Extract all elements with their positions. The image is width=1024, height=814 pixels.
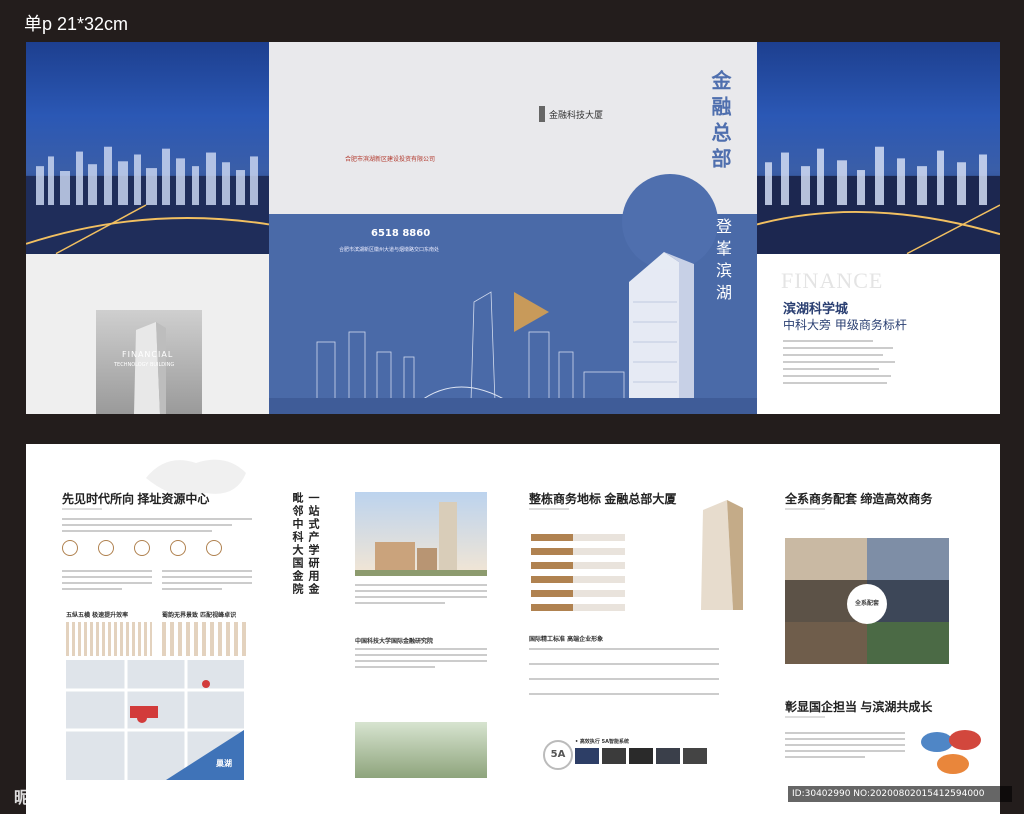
night-city-photo-right <box>757 42 1000 254</box>
brand-watermark: 昵享网 www.nipic.cn <box>14 788 188 807</box>
title-underline-5 <box>785 716 825 718</box>
spec-bar-label <box>531 548 573 555</box>
building-english-text: TECHNOLOGY BUILDING <box>114 362 175 368</box>
flap-body-text <box>783 340 903 384</box>
night-city-photo-left <box>26 42 269 254</box>
vertical-headline-b: 毗邻中科大国金院 <box>291 492 304 596</box>
city-skyline-icon <box>26 147 269 254</box>
subhead-scenery: 蜀韵无界景致 匹配视峰卓识 <box>162 612 237 619</box>
feature-icon <box>134 540 150 556</box>
feature-icons-row <box>62 540 222 556</box>
right-flap: FINANCE 滨湖科学城 中科大旁 甲级商务标杆 <box>757 42 1000 414</box>
col-text-left <box>62 570 152 590</box>
feature-icon <box>62 540 78 556</box>
academy-body-text-2 <box>355 648 487 668</box>
academy-photo <box>355 492 487 576</box>
outer-spread: FINANCIAL TECHNOLOGY BUILDING 金融科技大厦 合肥市… <box>26 42 1000 414</box>
campus-photo <box>355 722 487 778</box>
spec-bar-track <box>573 534 625 541</box>
section-4-title: 全系商务配套 缔造高效商务 <box>785 492 933 506</box>
section-5-title: 彰显国企担当 与滨湖共成长 <box>785 700 933 714</box>
flap-headline-2: 中科大旁 甲级商务标杆 <box>783 318 907 332</box>
finance-watermark: FINANCE <box>781 268 884 293</box>
spec-bar-track <box>573 576 625 583</box>
cover-panel: 金融科技大厦 合肥市滨湖新区建设投资有限公司 6518 8860 合肥市滨湖新区… <box>269 42 757 414</box>
phone-number: 6518 8860 <box>371 228 431 239</box>
section-5-body <box>785 732 905 758</box>
5a-badge: 5A <box>543 740 573 770</box>
cover-logo: 金融科技大厦 <box>539 106 603 122</box>
spec-list <box>529 648 729 695</box>
spec-bar-track <box>573 548 625 555</box>
academy-buildings-icon <box>355 502 487 576</box>
traffic-graphic <box>66 622 152 656</box>
section-1-title: 先见时代所向 择址资源中心 <box>62 492 210 506</box>
image-id-watermark: ID:30402990 NO:20200802015412594000 <box>788 786 1012 802</box>
section-amenities: 全系商务配套 缔造高效商务 全系配套 彰显国企担当 与滨湖共成长 <box>757 444 1000 814</box>
tower-render-icon <box>701 500 743 610</box>
vertical-headline-a: 一站式产学研用金 <box>307 492 320 596</box>
building-photo: FINANCIAL TECHNOLOGY BUILDING <box>96 310 202 414</box>
spec-bar-track <box>573 590 625 597</box>
spec-bar-label <box>531 562 573 569</box>
financial-text: FINANCIAL <box>122 350 174 359</box>
spec-bar-track <box>573 562 625 569</box>
size-label: 单p 21*32cm <box>24 14 129 34</box>
pie-badges-icon <box>921 730 981 774</box>
amenity-center-label: 全系配套 <box>847 584 887 624</box>
back-panel: FINANCIAL TECHNOLOGY BUILDING <box>26 254 269 414</box>
address-text: 合肥市滨湖新区徽州大道与烟墩路交口东南处 <box>339 247 440 253</box>
title-underline-4 <box>785 508 825 510</box>
scenery-graphic <box>162 622 248 656</box>
spec-bar-label <box>531 604 573 611</box>
map-lake-label: 巢湖 <box>216 759 232 768</box>
col-text-right <box>162 570 252 590</box>
flap-headline-1: 滨湖科学城 <box>783 302 849 317</box>
developer-name: 合肥市滨湖新区建设投资有限公司 <box>345 156 436 163</box>
logo-mark-icon <box>539 106 545 122</box>
spec-bar-label <box>531 576 573 583</box>
academy-subhead: 中国科技大学国际金融研究院 <box>355 638 434 645</box>
location-map: 巢湖 <box>66 660 244 780</box>
spec-bar-label <box>531 590 573 597</box>
logo-text: 金融科技大厦 <box>549 110 604 121</box>
spec-bar-label <box>531 534 573 541</box>
title-underline <box>62 508 102 510</box>
section-academy: 一站式产学研用金 毗邻中科大国金院 中国科技大学国际金融研究院 <box>269 444 513 814</box>
5a-caption: • 高效执行 5A智能系统 <box>575 739 630 745</box>
feature-icon <box>206 540 222 556</box>
inner-spread: 先见时代所向 择址资源中心 五纵五横 极速提升效率 蜀韵无界景致 匹配视峰卓识 <box>26 444 1000 814</box>
title-underline-3 <box>529 508 569 510</box>
city-skyline-right-icon <box>757 147 1000 254</box>
section-3-title: 整栋商务地标 金融总部大厦 <box>529 492 677 506</box>
feature-icon <box>170 540 186 556</box>
cover-vertical-title: 金融总部 <box>708 70 732 174</box>
spec-bar-track <box>573 604 625 611</box>
subhead-traffic: 五纵五横 极速提升效率 <box>66 612 129 619</box>
academy-body-text <box>355 584 487 604</box>
section-1-body <box>62 518 252 532</box>
section-location: 先见时代所向 择址资源中心 五纵五横 极速提升效率 蜀韵无界景致 匹配视峰卓识 <box>26 444 269 814</box>
section-3-subhead: 国际精工标准 高端企业形象 <box>529 636 604 643</box>
feature-icon <box>98 540 114 556</box>
section-building: 整栋商务地标 金融总部大厦 国际精工标准 高端企业形象 5A • 高效执行 5A… <box>513 444 757 814</box>
cover-vertical-subtitle: 登峯滨湖 <box>713 218 732 306</box>
smart-system-thumbs <box>575 748 707 764</box>
